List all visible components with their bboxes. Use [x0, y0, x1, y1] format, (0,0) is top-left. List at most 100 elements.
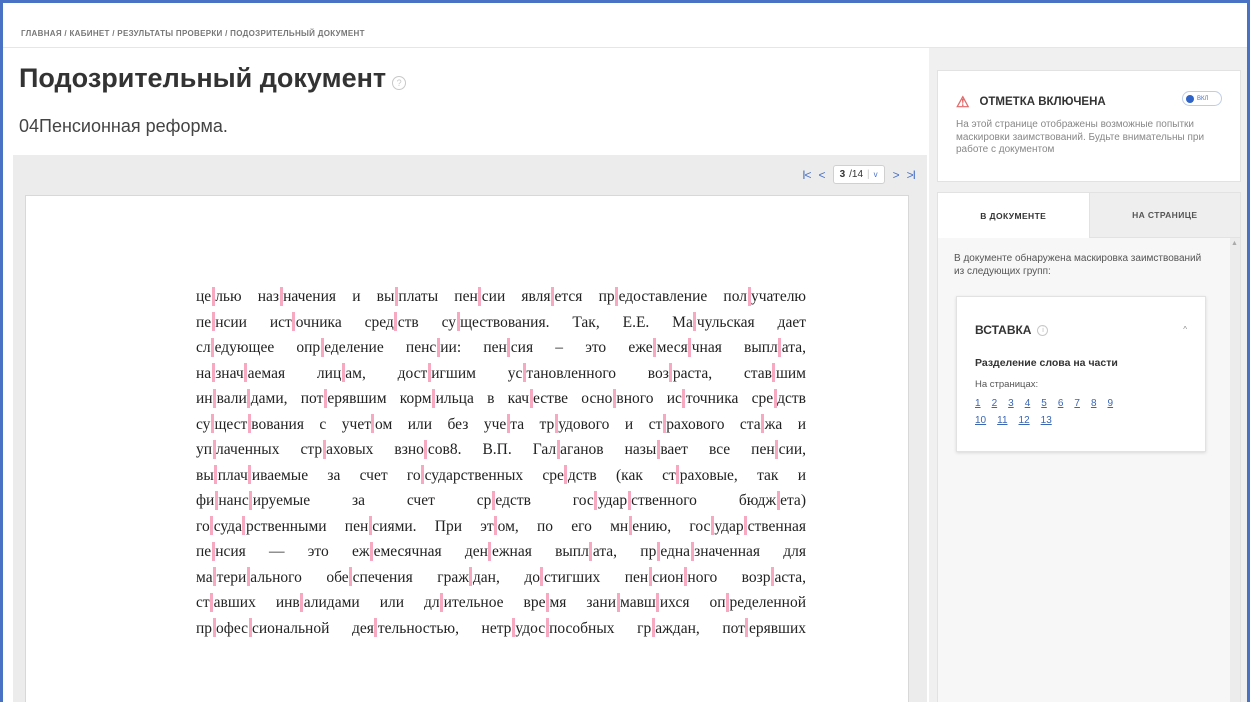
insertion-marker[interactable] [427, 363, 431, 383]
tab-in-document[interactable]: В ДОКУМЕНТЕ [938, 193, 1090, 238]
insertion-marker[interactable] [246, 567, 250, 587]
insertion-marker[interactable] [726, 592, 730, 612]
insertion-marker[interactable] [653, 337, 657, 357]
insertion-marker[interactable] [214, 465, 218, 485]
insertion-marker[interactable] [589, 541, 593, 561]
page-link-10[interactable]: 10 [975, 415, 986, 426]
insertion-marker[interactable] [436, 337, 440, 357]
insertion-marker[interactable] [320, 337, 324, 357]
insertion-marker[interactable] [651, 618, 655, 638]
insertion-marker[interactable] [213, 388, 217, 408]
page-select[interactable]: 3/14 | v [832, 165, 885, 184]
page-link-6[interactable]: 6 [1058, 398, 1064, 409]
page-link-5[interactable]: 5 [1041, 398, 1047, 409]
insertion-marker[interactable] [212, 439, 216, 459]
insertion-marker[interactable] [248, 618, 252, 638]
insertion-marker[interactable] [210, 414, 214, 434]
insertion-marker[interactable] [300, 592, 304, 612]
insertion-marker[interactable] [683, 567, 687, 587]
insertion-marker[interactable] [744, 516, 748, 536]
insertion-marker[interactable] [545, 618, 549, 638]
chevron-up-icon[interactable]: ^ [1183, 325, 1187, 334]
page-link-11[interactable]: 11 [997, 415, 1007, 426]
scrollbar[interactable]: ▲ [1230, 238, 1240, 702]
insertion-marker[interactable] [494, 516, 498, 536]
info-icon[interactable]: i [1037, 324, 1049, 336]
insertion-marker[interactable] [469, 567, 473, 587]
insertion-marker[interactable] [682, 388, 686, 408]
insertion-marker[interactable] [564, 465, 568, 485]
help-icon[interactable]: ? [392, 75, 407, 90]
insertion-marker[interactable] [529, 388, 533, 408]
insertion-marker[interactable] [211, 337, 215, 357]
insertion-marker[interactable] [612, 388, 616, 408]
prev-page-button[interactable]: < [819, 168, 826, 182]
insertion-marker[interactable] [772, 363, 776, 383]
page-link-13[interactable]: 13 [1041, 415, 1052, 426]
insertion-marker[interactable] [491, 490, 495, 510]
insertion-marker[interactable] [745, 618, 749, 638]
insertion-marker[interactable] [775, 439, 779, 459]
insertion-marker[interactable] [341, 363, 345, 383]
insertion-marker[interactable] [242, 516, 246, 536]
insertion-marker[interactable] [370, 541, 374, 561]
insertion-marker[interactable] [616, 592, 620, 612]
insertion-marker[interactable] [693, 312, 697, 332]
insertion-marker[interactable] [648, 567, 652, 587]
insertion-marker[interactable] [511, 618, 515, 638]
insertion-marker[interactable] [545, 592, 549, 612]
page-link-12[interactable]: 12 [1019, 415, 1030, 426]
insertion-marker[interactable] [213, 567, 217, 587]
insertion-marker[interactable] [522, 363, 526, 383]
insertion-marker[interactable] [676, 465, 680, 485]
insertion-marker[interactable] [211, 363, 215, 383]
insertion-marker[interactable] [688, 337, 692, 357]
insertion-marker[interactable] [747, 286, 751, 306]
insertion-marker[interactable] [506, 414, 510, 434]
insertion-marker[interactable] [292, 312, 296, 332]
insertion-marker[interactable] [551, 286, 555, 306]
insertion-marker[interactable] [669, 363, 673, 383]
insertion-marker[interactable] [323, 388, 327, 408]
insertion-marker[interactable] [249, 490, 253, 510]
insertion-marker[interactable] [690, 541, 694, 561]
insertion-marker[interactable] [556, 439, 560, 459]
insertion-marker[interactable] [368, 516, 372, 536]
insertion-marker[interactable] [214, 490, 218, 510]
insertion-marker[interactable] [211, 541, 215, 561]
insertion-marker[interactable] [424, 439, 428, 459]
insertion-marker[interactable] [421, 465, 425, 485]
scroll-up-icon[interactable]: ▲ [1231, 240, 1238, 247]
insertion-marker[interactable] [761, 414, 765, 434]
page-link-8[interactable]: 8 [1091, 398, 1097, 409]
page-link-3[interactable]: 3 [1008, 398, 1014, 409]
insertion-marker[interactable] [371, 414, 375, 434]
breadcrumb[interactable]: ГЛАВНАЯ / КАБИНЕТ / РЕЗУЛЬТАТЫ ПРОВЕРКИ … [21, 29, 365, 38]
marking-toggle[interactable]: ВКЛ [1182, 91, 1222, 106]
page-link-4[interactable]: 4 [1025, 398, 1031, 409]
insertion-marker[interactable] [776, 490, 780, 510]
insertion-marker[interactable] [656, 541, 660, 561]
insertion-marker[interactable] [488, 541, 492, 561]
insertion-marker[interactable] [394, 286, 398, 306]
insertion-marker[interactable] [211, 286, 215, 306]
insertion-marker[interactable] [210, 592, 214, 612]
insertion-marker[interactable] [656, 439, 660, 459]
insertion-marker[interactable] [540, 567, 544, 587]
insertion-marker[interactable] [478, 286, 482, 306]
insertion-marker[interactable] [507, 337, 511, 357]
insertion-marker[interactable] [394, 312, 398, 332]
insertion-marker[interactable] [594, 490, 598, 510]
insertion-marker[interactable] [771, 567, 774, 587]
insertion-marker[interactable] [279, 286, 283, 306]
page-link-9[interactable]: 9 [1108, 398, 1114, 409]
insertion-marker[interactable] [778, 337, 782, 357]
last-page-button[interactable]: >I [907, 168, 916, 182]
insertion-marker[interactable] [322, 439, 326, 459]
insertion-marker[interactable] [710, 516, 714, 536]
tab-on-page[interactable]: НА СТРАНИЦЕ [1089, 193, 1240, 238]
insertion-marker[interactable] [554, 414, 558, 434]
insertion-marker[interactable] [440, 592, 444, 612]
insertion-marker[interactable] [210, 516, 214, 536]
insertion-marker[interactable] [212, 618, 216, 638]
